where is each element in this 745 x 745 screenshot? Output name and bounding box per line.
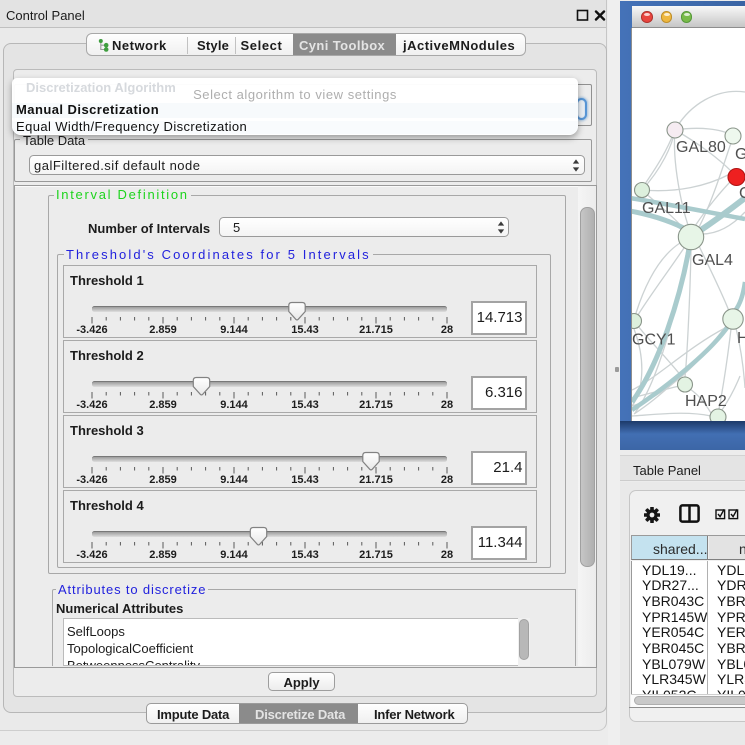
svg-text:C: C — [739, 185, 745, 202]
svg-text:HAP2: HAP2 — [685, 393, 727, 410]
svg-text:GAL11: GAL11 — [642, 200, 691, 217]
svg-text:GCY1: GCY1 — [632, 332, 676, 349]
svg-text:H: H — [737, 330, 745, 347]
svg-text:GAL4: GAL4 — [692, 252, 733, 269]
svg-text:GAL80: GAL80 — [676, 139, 726, 156]
svg-text:GA: GA — [735, 146, 745, 163]
